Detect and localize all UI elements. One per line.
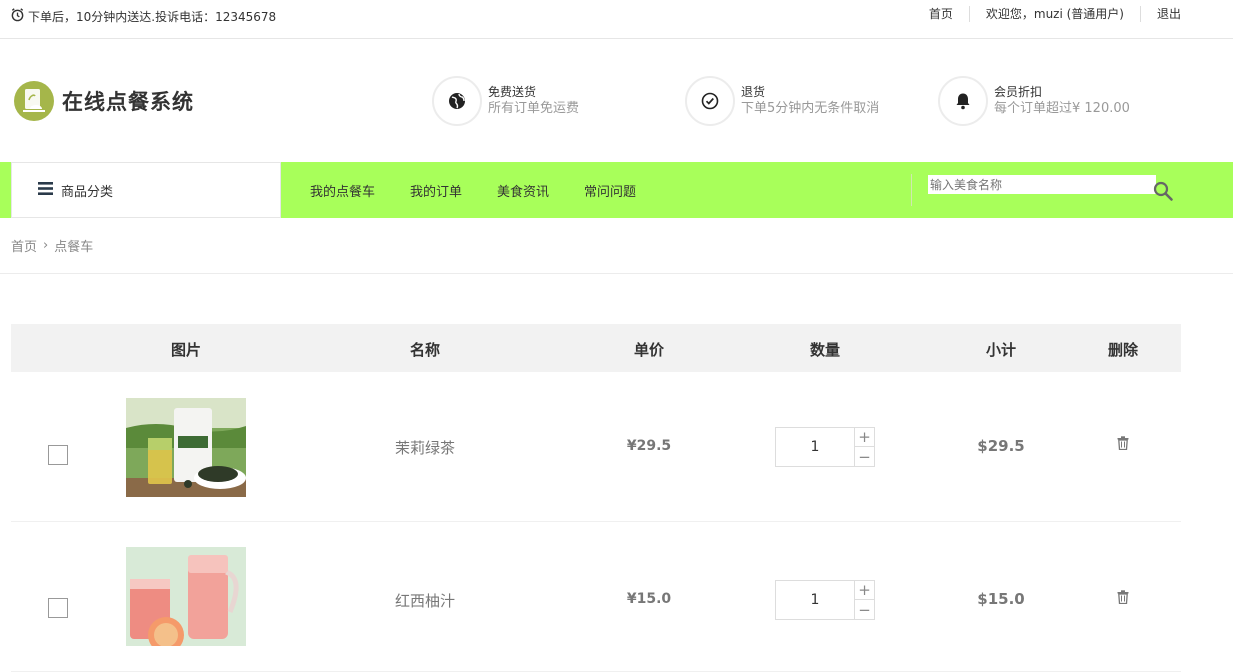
hamburger-menu-icon xyxy=(38,181,53,199)
breadcrumb: 首页 › 点餐车 xyxy=(11,236,93,255)
logo[interactable]: 在线点餐系统 xyxy=(14,81,194,121)
quantity-input[interactable] xyxy=(776,428,855,466)
header-delete: 删除 xyxy=(1107,341,1139,359)
nav-faq[interactable]: 常问问题 xyxy=(584,181,636,200)
header-quantity: 数量 xyxy=(809,341,841,359)
product-price: ¥15.0 xyxy=(626,591,672,607)
home-link[interactable]: 首页 xyxy=(929,6,970,22)
top-bar: 下单后，10分钟内送达.投诉电话：12345678 首页 欢迎您，muzi (普… xyxy=(0,0,1233,39)
product-name: 茉莉绿茶 xyxy=(394,439,456,457)
row-checkbox[interactable] xyxy=(48,445,68,465)
breadcrumb-separator: › xyxy=(43,238,49,253)
quantity-stepper: + − xyxy=(775,580,875,620)
product-subtotal: $15.0 xyxy=(977,590,1025,608)
quantity-stepper: + − xyxy=(775,427,875,467)
category-menu-button[interactable]: 商品分类 xyxy=(11,162,281,218)
cart-table-header: 图片 名称 单价 数量 小计 删除 xyxy=(11,324,1181,372)
product-subtotal: $29.5 xyxy=(977,437,1025,455)
header-image: 图片 xyxy=(170,341,202,359)
feature-title: 退货 xyxy=(741,85,766,99)
trash-icon[interactable] xyxy=(1117,435,1129,454)
notice-text: 下单后，10分钟内送达.投诉电话：12345678 xyxy=(28,9,277,24)
divider xyxy=(0,273,1233,274)
nav-links: 我的点餐车 我的订单 美食资讯 常问问题 xyxy=(310,162,671,218)
breadcrumb-home[interactable]: 首页 xyxy=(11,236,37,255)
welcome-user-link[interactable]: 欢迎您，muzi (普通用户) xyxy=(970,6,1141,22)
feature-desc: 下单5分钟内无条件取消 xyxy=(741,101,880,116)
header-subtotal: 小计 xyxy=(985,341,1017,359)
product-image-red-grapefruit-juice xyxy=(126,547,246,653)
header-name: 名称 xyxy=(409,341,441,359)
decrease-quantity-button[interactable]: − xyxy=(855,447,874,466)
feature-member-discount: 会员折扣 每个订单超过¥ 120.00 xyxy=(938,76,1130,126)
main-nav: 商品分类 我的点餐车 我的订单 美食资讯 常问问题 xyxy=(0,162,1233,218)
increase-quantity-button[interactable]: + xyxy=(855,428,874,447)
nav-my-orders[interactable]: 我的订单 xyxy=(410,181,462,200)
feature-title: 免费送货 xyxy=(488,85,537,99)
trash-icon[interactable] xyxy=(1117,589,1129,608)
bell-icon xyxy=(938,76,988,126)
product-name: 红西柚汁 xyxy=(394,592,456,610)
header: 在线点餐系统 免费送货 所有订单免运费 退货 下单5分钟内无条件取消 会员折扣 … xyxy=(0,39,1233,162)
globe-icon xyxy=(432,76,482,126)
feature-desc: 每个订单超过¥ 120.00 xyxy=(994,101,1130,116)
restaurant-logo-icon xyxy=(14,81,54,121)
header-price: 单价 xyxy=(633,341,665,359)
nav-divider xyxy=(911,174,912,206)
nav-my-cart[interactable]: 我的点餐车 xyxy=(310,181,375,200)
delivery-notice: 下单后，10分钟内送达.投诉电话：12345678 xyxy=(10,7,276,25)
check-circle-icon xyxy=(685,76,735,126)
category-label: 商品分类 xyxy=(61,184,114,200)
feature-free-delivery: 免费送货 所有订单免运费 xyxy=(432,76,579,126)
logout-link[interactable]: 退出 xyxy=(1141,6,1181,22)
top-links: 首页 欢迎您，muzi (普通用户) 退出 xyxy=(929,6,1181,22)
table-row: 茉莉绿茶 ¥29.5 + − $29.5 xyxy=(11,372,1181,522)
feature-title: 会员折扣 xyxy=(994,85,1043,99)
quantity-input[interactable] xyxy=(776,581,855,619)
product-price: ¥29.5 xyxy=(626,438,672,454)
table-row: 红西柚汁 ¥15.0 + − $15.0 xyxy=(11,522,1181,672)
cart-table: 图片 名称 单价 数量 小计 删除 茉莉绿茶 ¥29.5 1 + − $29.5… xyxy=(11,324,1181,672)
nav-food-news[interactable]: 美食资讯 xyxy=(497,181,549,200)
increase-quantity-button[interactable]: + xyxy=(855,581,874,600)
logo-title: 在线点餐系统 xyxy=(62,90,194,114)
feature-desc: 所有订单免运费 xyxy=(488,101,580,116)
feature-returns: 退货 下单5分钟内无条件取消 xyxy=(685,76,879,126)
product-image-jasmine-green-tea xyxy=(126,398,246,497)
search-icon[interactable] xyxy=(1153,181,1174,206)
search-input[interactable] xyxy=(928,175,1156,194)
decrease-quantity-button[interactable]: − xyxy=(855,600,874,619)
breadcrumb-current: 点餐车 xyxy=(54,240,94,255)
row-checkbox[interactable] xyxy=(48,598,68,618)
alarm-clock-icon xyxy=(10,7,25,25)
